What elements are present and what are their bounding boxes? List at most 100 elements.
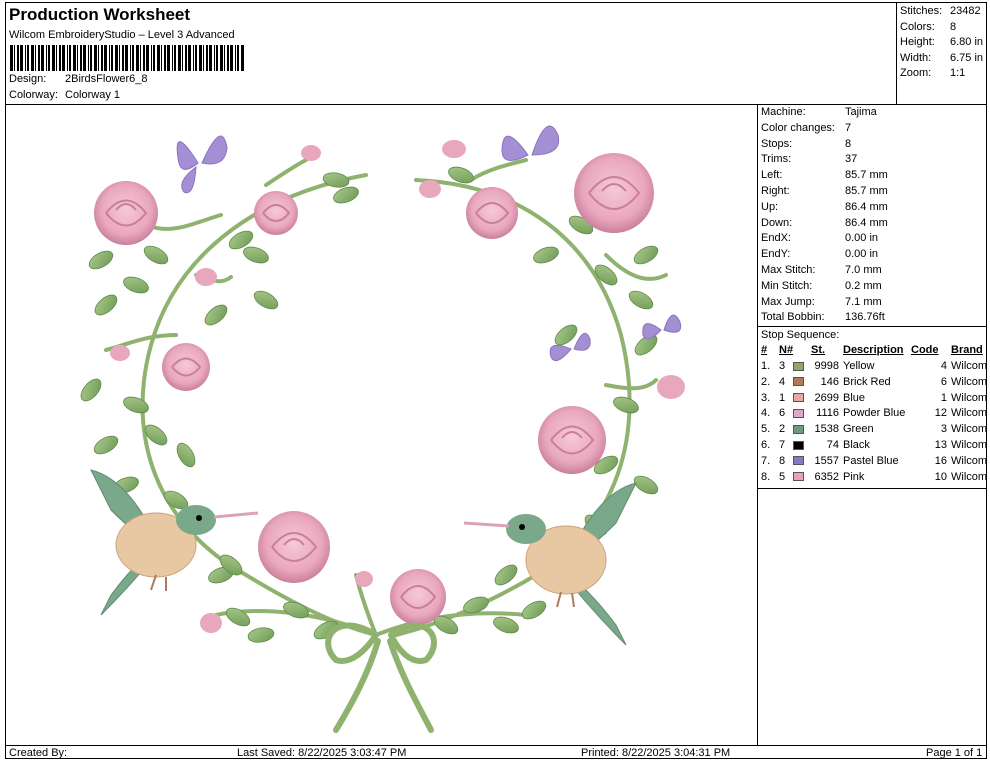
worksheet: Production Worksheet Wilcom EmbroiderySt… <box>5 2 987 759</box>
row-stitches: 9998 <box>814 360 839 373</box>
row-num: 3. <box>761 391 771 404</box>
row-code: 1 <box>940 391 947 404</box>
leaf <box>176 442 196 468</box>
row-brand: Wilcom <box>951 375 988 388</box>
divider <box>758 485 987 489</box>
table-row: 7. 8 1557 Pastel Blue 16 Wilcom <box>761 453 989 469</box>
leaf <box>123 396 149 414</box>
color-swatch <box>793 456 805 466</box>
design-preview <box>6 105 758 745</box>
info-row: Down: 86.4 mm <box>758 216 987 232</box>
table-row: 3. 1 2699 Blue 1 Wilcom <box>761 390 989 406</box>
color-swatch <box>793 393 805 403</box>
stat-stitches: Stitches: 23482 <box>900 5 981 17</box>
leaf <box>613 396 639 414</box>
row-num: 5. <box>761 423 771 436</box>
ribbon-bow <box>325 622 437 733</box>
row-description: Blue <box>843 391 866 404</box>
info-row: Min Stitch: 0.2 mm <box>758 279 987 295</box>
row-brand: Wilcom <box>951 407 988 420</box>
stat-height: Height: 6.80 in <box>900 36 984 49</box>
leaf <box>88 250 114 270</box>
info-label: Left: <box>761 169 783 182</box>
rose <box>390 569 446 625</box>
info-label: EndY: <box>761 248 791 261</box>
info-value: 0.00 in <box>845 232 879 245</box>
color-swatch <box>793 377 805 387</box>
table-row: 2. 4 146 Brick Red 6 Wilcom <box>761 374 989 390</box>
leaf <box>322 172 350 188</box>
leaf <box>243 246 269 264</box>
row-brand: Wilcom <box>951 454 988 467</box>
color-swatch <box>793 440 805 450</box>
info-row: Max Stitch: 7.0 mm <box>758 263 987 279</box>
leaf <box>533 246 559 264</box>
table-row: 8. 5 6352 Pink 10 Wilcom <box>761 469 989 485</box>
needle-number: 2 <box>779 423 786 436</box>
stats-panel: Stitches: 23482 Colors: 8 Height: 6.80 in W… <box>896 3 987 105</box>
row-n: 7 <box>779 437 811 453</box>
printed-date: Printed: 8/22/2025 3:04:31 PM <box>581 747 731 759</box>
needle-number: 5 <box>779 470 786 483</box>
info-value: 7.0 mm <box>845 263 882 276</box>
info-label: Color changes: <box>761 121 835 134</box>
leaf <box>80 378 102 402</box>
row-stitches: 146 <box>820 375 839 388</box>
info-value: 37 <box>845 153 858 166</box>
rose <box>94 181 158 245</box>
info-value: Tajima <box>845 106 877 118</box>
row-code: 6 <box>940 375 947 388</box>
table-row: 4. 6 1116 Powder Blue 12 Wilcom <box>761 406 989 422</box>
stat-colors: Colors: 8 <box>900 20 957 33</box>
needle-number: 8 <box>779 454 786 467</box>
row-brand: Wilcom <box>951 439 988 452</box>
needle-number: 7 <box>779 439 786 452</box>
info-row: Up: 86.4 mm <box>758 200 987 216</box>
color-swatch <box>793 424 805 434</box>
info-value: 85.7 mm <box>845 169 888 182</box>
design-label: Design: <box>9 73 47 85</box>
info-label: Trims: <box>761 153 792 166</box>
info-value: 7.1 mm <box>845 295 882 308</box>
row-description: Black <box>843 439 870 452</box>
rose <box>574 153 654 233</box>
rose-bud <box>195 268 217 286</box>
header: Production Worksheet Wilcom EmbroiderySt… <box>6 3 896 105</box>
colorway-value: Colorway 1 <box>65 89 121 101</box>
info-value: 7 <box>845 121 852 134</box>
hummingbird-right <box>463 482 637 646</box>
col-code: Code <box>911 344 939 357</box>
leaf <box>143 245 169 265</box>
row-stitches: 74 <box>826 439 839 452</box>
leaf <box>493 616 519 634</box>
page-title: Production Worksheet <box>9 5 191 24</box>
info-row: Machine: Tajima <box>758 105 987 121</box>
row-n: 4 <box>779 374 811 390</box>
info-row: Total Bobbin: 136.76ft <box>758 310 987 326</box>
row-n: 3 <box>779 358 811 374</box>
rose <box>538 406 606 474</box>
info-label: Machine: <box>761 106 806 118</box>
leaf <box>225 607 251 627</box>
table-header-row: # N# St. Description Code Brand <box>761 342 989 358</box>
footer: Created By: Last Saved: 8/22/2025 3:03:4… <box>6 745 987 759</box>
row-num: 2. <box>761 375 771 388</box>
color-swatch <box>793 409 805 419</box>
info-value: 0.2 mm <box>845 279 882 292</box>
leaf <box>283 601 309 619</box>
row-brand: Wilcom <box>951 470 988 483</box>
row-num: 7. <box>761 454 771 467</box>
row-num: 4. <box>761 407 771 420</box>
table-row: 6. 7 74 Black 13 Wilcom <box>761 437 989 453</box>
info-label: Right: <box>761 184 790 197</box>
stat-zoom: Zoom: 1:1 <box>900 67 966 80</box>
butterfly <box>501 125 560 161</box>
info-row: Right: 85.7 mm <box>758 184 987 200</box>
info-row: Left: 85.7 mm <box>758 168 987 184</box>
last-saved: Last Saved: 8/22/2025 3:03:47 PM <box>237 747 407 759</box>
info-value: 86.4 mm <box>845 200 888 213</box>
col-num: # <box>761 344 768 357</box>
rose-bud <box>442 140 466 158</box>
leaf <box>633 475 659 495</box>
col-n: N# <box>779 344 794 357</box>
